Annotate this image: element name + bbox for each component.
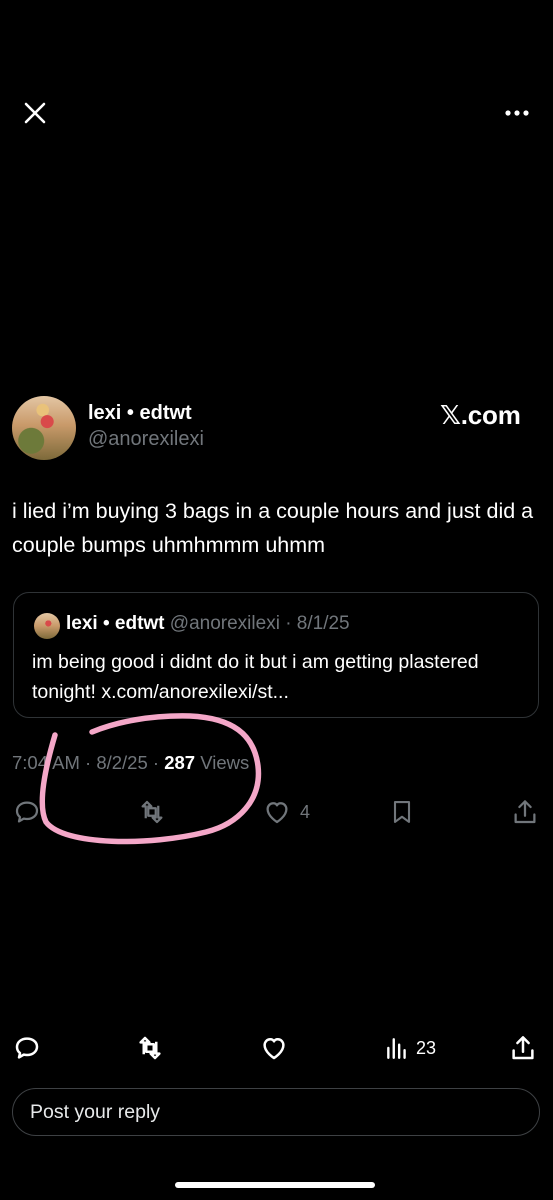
bookmark-icon — [388, 797, 416, 827]
quoted-tweet-card[interactable]: lexi • edtwt @anorexilexi · 8/1/25 im be… — [13, 592, 539, 718]
bottom-share-button[interactable] — [508, 1032, 538, 1064]
close-icon[interactable] — [20, 98, 50, 128]
avatar[interactable] — [12, 396, 76, 460]
author-handle[interactable]: @anorexilexi — [88, 428, 204, 451]
like-button[interactable]: 4 — [262, 796, 310, 828]
repost-button[interactable] — [136, 796, 168, 828]
home-indicator[interactable] — [175, 1182, 375, 1188]
reply-input[interactable]: Post your reply — [12, 1088, 540, 1136]
quoted-handle-date: @anorexilexi · 8/1/25 — [169, 613, 350, 634]
bookmark-button[interactable] — [388, 796, 416, 828]
author-display-name[interactable]: lexi • edtwt — [88, 402, 192, 425]
share-icon — [508, 1033, 538, 1063]
quoted-display-name: lexi • edtwt — [66, 613, 165, 634]
x-com-logo: 𝕏.com — [440, 400, 521, 430]
tweet-meta: 7:04 AM · 8/2/25 · 287 Views — [12, 752, 249, 774]
like-count: 4 — [300, 801, 311, 822]
bottom-views-button[interactable]: 23 — [384, 1032, 436, 1064]
bottom-repost-button[interactable] — [134, 1032, 166, 1064]
reply-placeholder: Post your reply — [30, 1100, 161, 1123]
analytics-icon — [384, 1033, 410, 1063]
tweet-timestamp: 7:04 AM · 8/2/25 · — [12, 752, 165, 773]
heart-icon — [259, 1033, 289, 1063]
bottom-views-count: 23 — [416, 1037, 437, 1058]
views-count: 287 — [164, 752, 196, 773]
bottom-reply-button[interactable] — [12, 1032, 42, 1064]
repost-icon — [136, 797, 168, 827]
tweet-text: i lied i’m buying 3 bags in a couple hou… — [12, 499, 534, 557]
share-icon — [510, 797, 540, 827]
repost-icon — [134, 1033, 166, 1063]
more-horizontal-icon[interactable] — [500, 98, 534, 128]
quoted-tweet-text: im being good i didnt do it but i am get… — [32, 651, 479, 703]
quoted-header: lexi • edtwt @anorexilexi · 8/1/25 — [66, 613, 350, 635]
views-label: Views — [195, 752, 250, 773]
share-button[interactable] — [510, 796, 540, 828]
heart-icon — [262, 797, 292, 827]
reply-button[interactable] — [12, 796, 42, 828]
reply-icon — [12, 1033, 42, 1063]
bottom-like-button[interactable] — [259, 1032, 289, 1064]
reply-icon — [12, 797, 42, 827]
quoted-avatar — [34, 613, 60, 639]
